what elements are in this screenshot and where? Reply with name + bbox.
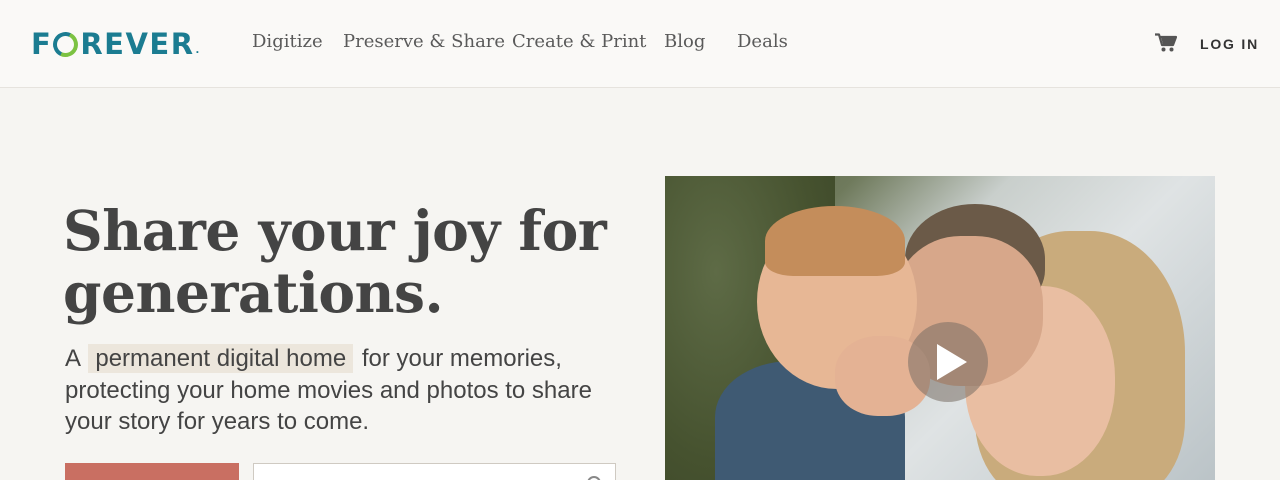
subtext-prefix: A [65, 345, 80, 372]
email-input[interactable] [253, 463, 616, 480]
nav-preserve-share[interactable]: Preserve & Share [343, 31, 505, 52]
signup-button[interactable] [65, 463, 239, 480]
nav-deals[interactable]: Deals [737, 31, 788, 52]
logo-text-f: F [31, 27, 53, 61]
logo-text-rever: REVER [80, 27, 195, 61]
logo-ring-icon [49, 27, 82, 61]
subtext-highlight: permanent digital home [88, 344, 354, 373]
site-header: F REVER . Digitize Preserve & Share Crea… [0, 0, 1280, 88]
input-icon [587, 476, 601, 480]
login-link[interactable]: LOG IN [1200, 36, 1259, 52]
nav-create-print[interactable]: Create & Print [512, 31, 646, 52]
forever-logo[interactable]: F REVER . [31, 27, 201, 61]
play-icon [937, 344, 967, 380]
nav-blog[interactable]: Blog [664, 31, 705, 52]
hero-video[interactable] [665, 176, 1215, 480]
cart-icon[interactable] [1155, 33, 1177, 53]
logo-mark: . [195, 45, 201, 56]
video-figure [765, 206, 905, 276]
hero-headline: Share your joy for generations. [63, 198, 607, 325]
hero-subtext: A permanent digital home for your memori… [65, 343, 625, 438]
nav-digitize[interactable]: Digitize [252, 31, 323, 52]
play-button[interactable] [908, 322, 988, 402]
